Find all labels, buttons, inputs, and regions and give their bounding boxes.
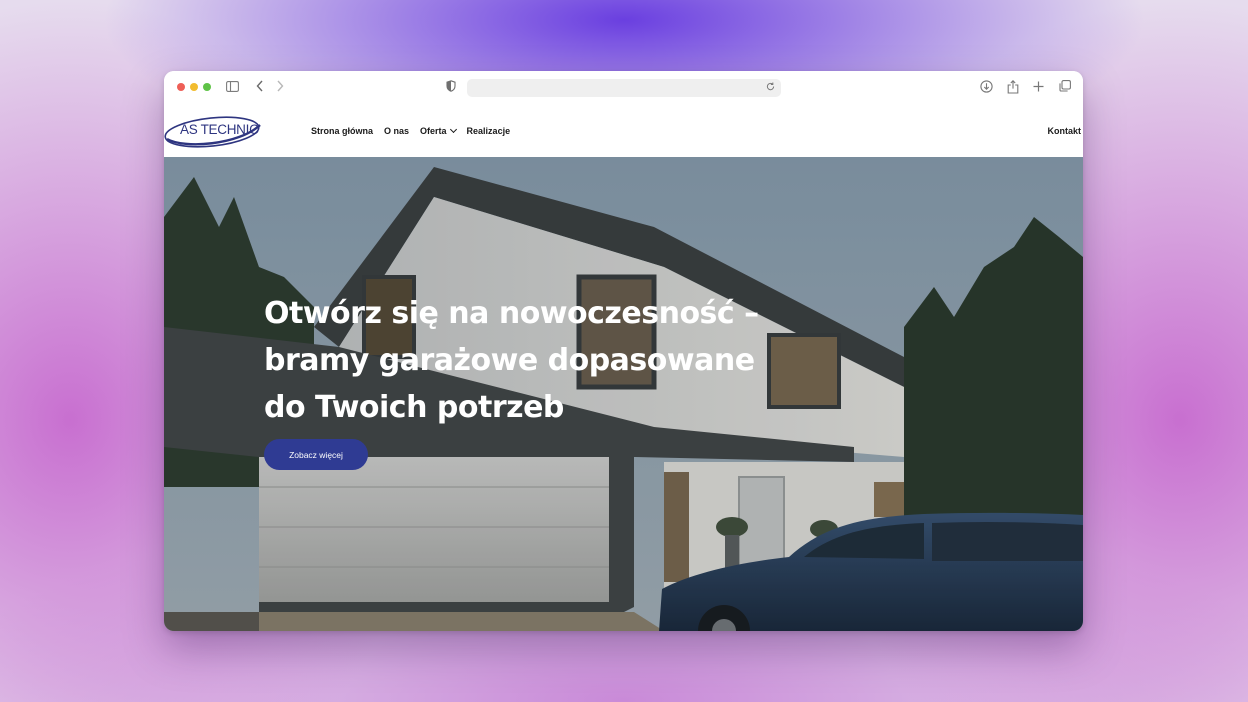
minimize-window-button[interactable] [190, 83, 198, 91]
nav-item-strona-glowna[interactable]: Strona główna [311, 126, 373, 136]
nav-item-oferta[interactable]: Oferta [420, 125, 457, 136]
hero-title-line: Otwórz się na nowoczesność – [264, 296, 759, 331]
sidebar-icon[interactable] [226, 80, 239, 94]
close-window-button[interactable] [177, 83, 185, 91]
hero-title-line: do Twoich potrzeb [264, 390, 564, 425]
zoom-window-button[interactable] [203, 83, 211, 91]
nav-item-label: Realizacje [466, 126, 511, 136]
shield-icon[interactable] [446, 80, 456, 94]
forward-icon[interactable] [276, 80, 284, 94]
reload-icon[interactable] [766, 81, 775, 95]
address-bar[interactable] [467, 79, 781, 97]
share-icon[interactable] [1007, 80, 1019, 94]
hero-title-line: bramy garażowe dopasowane [264, 343, 755, 378]
back-icon[interactable] [256, 80, 264, 94]
hero-title: Otwórz się na nowoczesność – bramy garaż… [264, 290, 784, 431]
download-icon[interactable] [980, 80, 993, 94]
logo-text: AS TECHNIC [180, 122, 259, 137]
nav-item-o-nas[interactable]: O nas [384, 126, 409, 136]
nav-item-label: Strona główna [311, 126, 374, 136]
browser-window: AS TECHNIC Strona główna O nas Oferta Re… [164, 71, 1083, 631]
contact-link[interactable]: Kontakt [1048, 126, 1082, 136]
new-tab-icon[interactable] [1033, 80, 1044, 94]
browser-toolbar [164, 71, 1083, 105]
see-more-button[interactable]: Zobacz więcej [264, 439, 368, 470]
nav-item-label: O nas [384, 126, 410, 136]
site-header: AS TECHNIC Strona główna O nas Oferta Re… [164, 105, 1083, 157]
hero-section: Otwórz się na nowoczesność – bramy garaż… [164, 157, 1083, 631]
nav-item-realizacje[interactable]: Realizacje [467, 126, 511, 136]
chevron-down-icon [449, 125, 457, 134]
main-nav: Strona główna O nas Oferta Realizacje [311, 125, 521, 136]
nav-item-label: Oferta [420, 126, 447, 136]
tabs-overview-icon[interactable] [1059, 80, 1071, 94]
logo[interactable]: AS TECHNIC [164, 115, 264, 149]
